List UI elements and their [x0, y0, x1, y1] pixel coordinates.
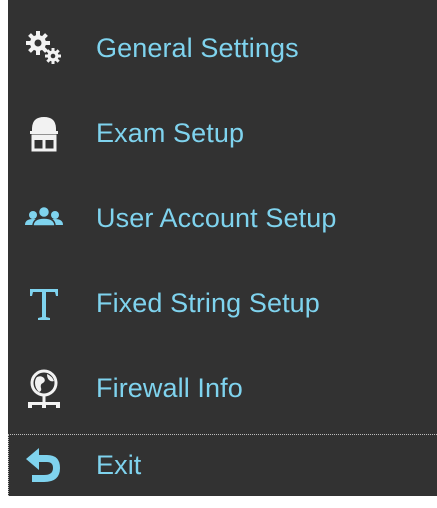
menu-item-firewall-info[interactable]: Firewall Info [8, 346, 437, 430]
window-edge-bottom [0, 496, 437, 508]
window-edge-left [0, 0, 8, 508]
menu-item-user-account-setup[interactable]: User Account Setup [8, 176, 437, 260]
menu-item-fixed-string-setup[interactable]: Fixed String Setup [8, 261, 437, 345]
globe-network-icon [22, 366, 66, 410]
menu-item-label: General Settings [96, 32, 299, 63]
menu-item-label: User Account Setup [96, 202, 337, 233]
exam-user-icon [22, 111, 66, 155]
menu-item-label: Exit [96, 450, 142, 480]
text-t-icon [22, 281, 66, 325]
gears-icon [22, 26, 66, 70]
menu-item-exam-setup[interactable]: Exam Setup [8, 91, 437, 175]
menu-item-general-settings[interactable]: General Settings [8, 6, 437, 90]
menu-item-label: Firewall Info [96, 372, 243, 403]
menu-item-label: Fixed String Setup [96, 287, 320, 318]
users-group-icon [22, 196, 66, 240]
menu-item-label: Exam Setup [96, 117, 245, 148]
undo-arrow-icon [22, 444, 66, 488]
settings-menu: General Settings Exam Setup User Account… [0, 0, 437, 508]
menu-item-exit[interactable]: Exit [8, 434, 437, 496]
